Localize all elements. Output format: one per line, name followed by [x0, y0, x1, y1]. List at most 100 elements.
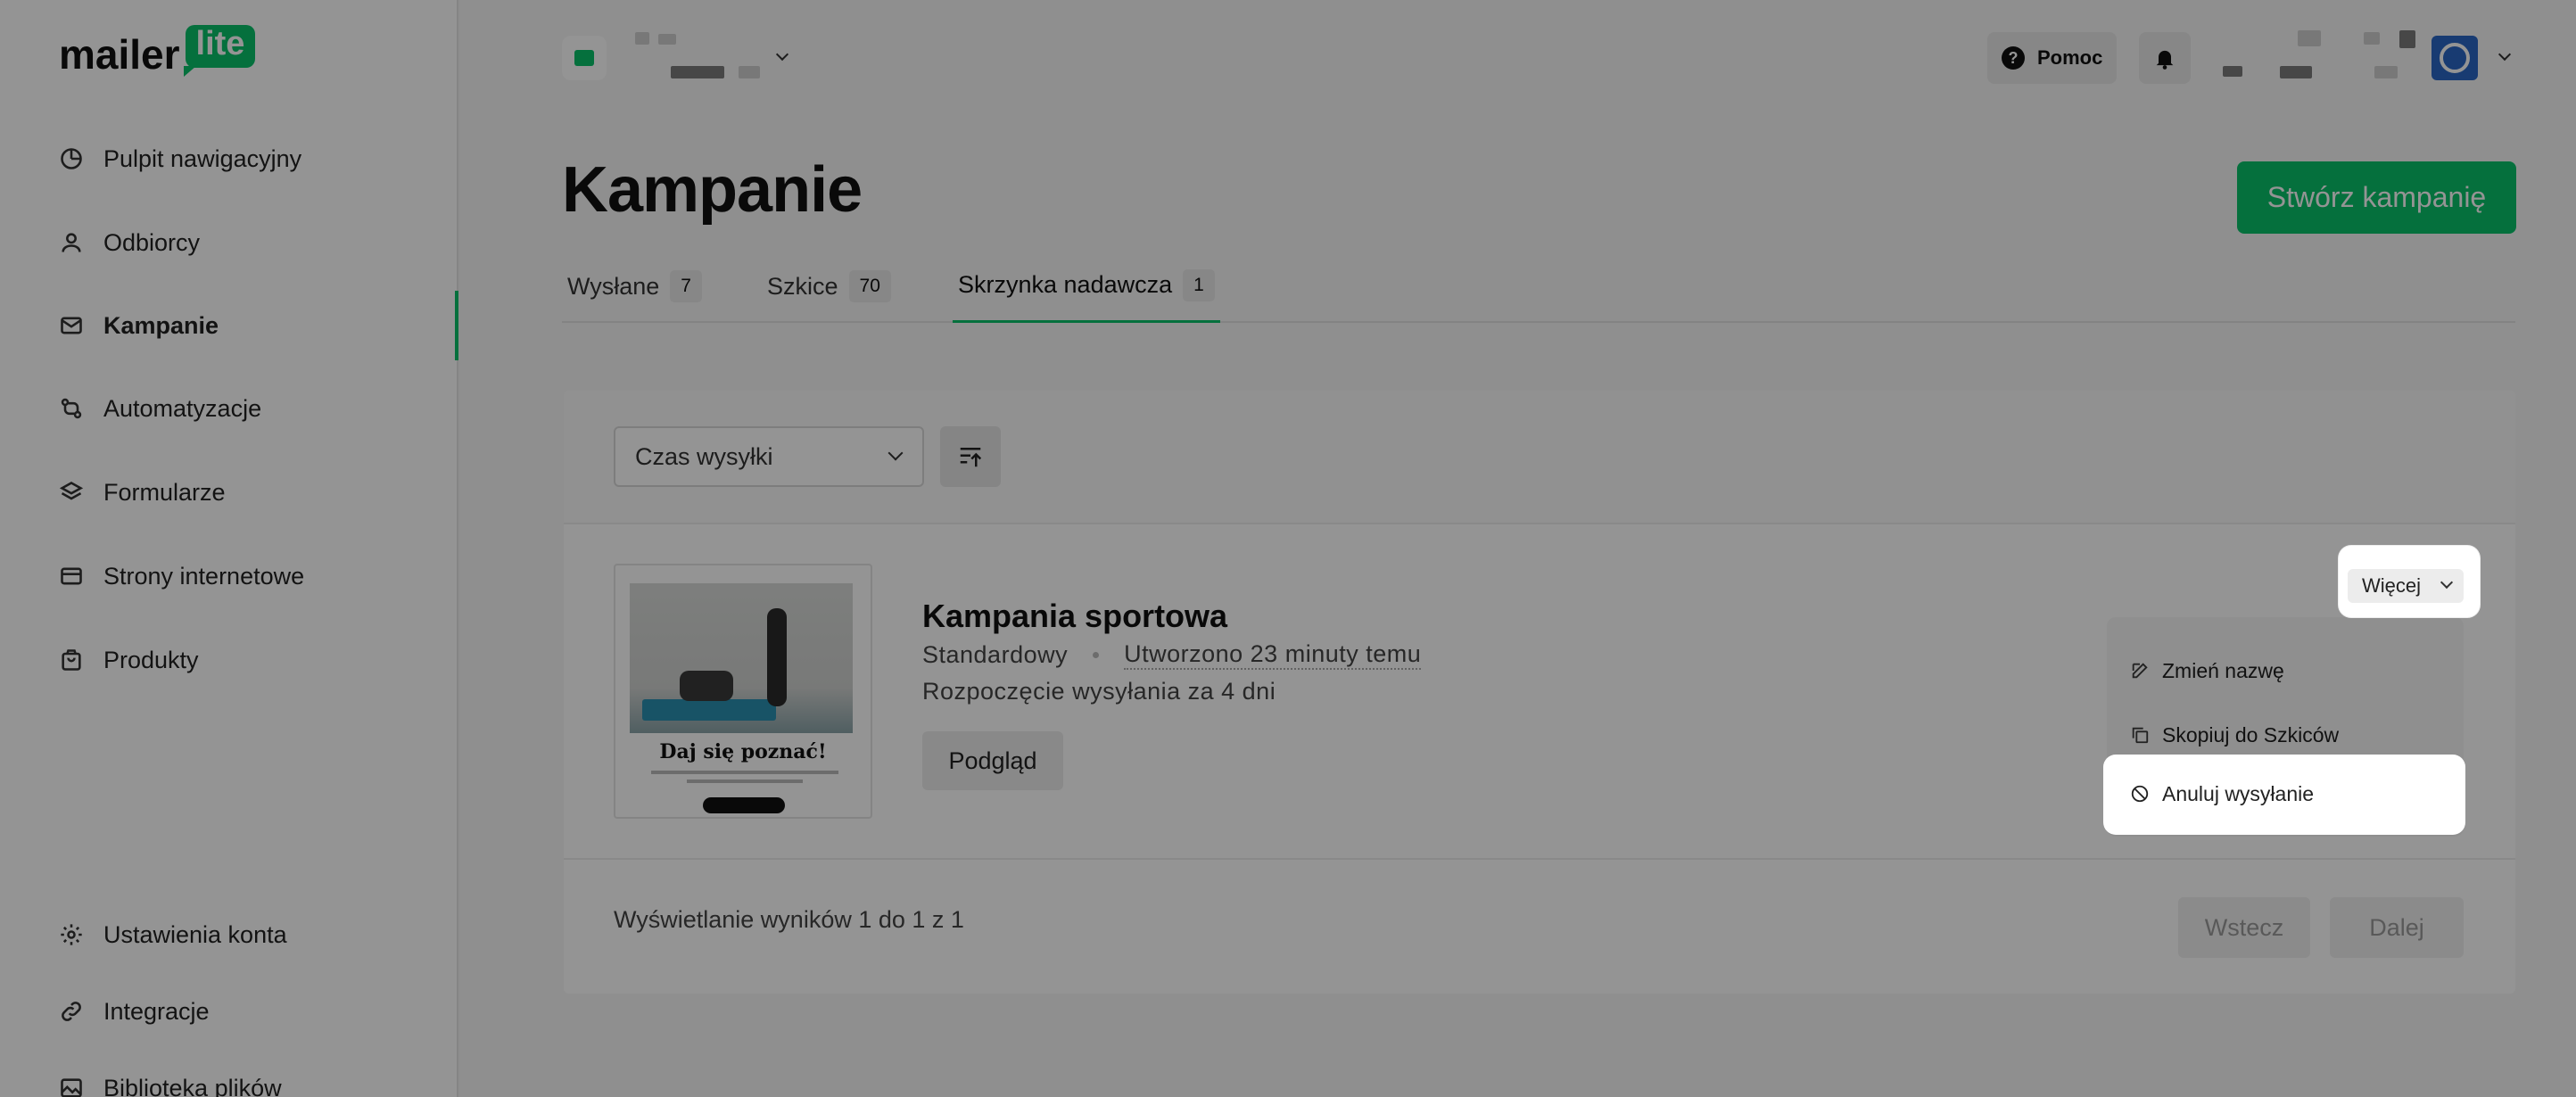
tab-sent[interactable]: Wysłane 7 — [567, 250, 702, 323]
redacted-account-email — [671, 66, 724, 78]
menu-item-label: Skopiuj do Szkiców — [2162, 722, 2340, 746]
sidebar-item-automations[interactable]: Automatyzacje — [59, 391, 261, 426]
filter-bar: Czas wysyłki — [564, 391, 2515, 524]
campaign-tabs: Wysłane 7 Szkice 70 Skrzynka nadawcza 1 — [562, 250, 2515, 323]
chevron-down-icon — [888, 445, 904, 461]
redacted-user-email — [2223, 66, 2242, 77]
sidebar-item-subscribers[interactable]: Odbiorcy — [59, 225, 200, 260]
thumbnail-photo-detail — [767, 608, 787, 706]
tab-drafts[interactable]: Szkice 70 — [767, 250, 891, 323]
menu-item-label: Anuluj wysyłanie — [2162, 781, 2315, 805]
sidebar-item-label: Ustawienia konta — [103, 920, 287, 948]
logo-text: mailer — [59, 31, 180, 78]
mailerlite-logo[interactable]: mailer lite — [59, 25, 256, 78]
sidebar-item-label: Pulpit nawigacyjny — [103, 144, 302, 172]
thumbnail-text-line — [651, 771, 838, 774]
sort-select[interactable]: Czas wysyłki — [614, 426, 924, 487]
redacted-user-name — [2364, 32, 2380, 45]
sidebar-item-dashboard[interactable]: Pulpit nawigacyjny — [59, 141, 301, 177]
thumbnail-photo-detail — [642, 699, 776, 721]
menu-item-label: Zmień nazwę — [2162, 658, 2284, 682]
sidebar-item-label: Odbiorcy — [103, 228, 201, 256]
menu-item-copy-to-drafts[interactable]: Skopiuj do Szkiców — [2130, 717, 2339, 753]
bell-icon — [2156, 50, 2174, 70]
gear-icon — [61, 924, 82, 945]
help-button[interactable]: ? Pomoc — [1987, 32, 2118, 84]
envelope-icon — [61, 317, 82, 334]
sidebar-item-label: Strony internetowe — [103, 562, 305, 590]
campaign-type: Standardowy — [922, 641, 1069, 668]
user-icon — [62, 233, 81, 252]
more-button[interactable]: Więcej — [2348, 569, 2464, 603]
sidebar-item-forms[interactable]: Formularze — [59, 474, 226, 510]
account-flag-icon — [574, 50, 594, 66]
pagination-next-button[interactable]: Dalej — [2330, 897, 2464, 958]
redacted-user-email — [2280, 66, 2312, 78]
page-title: Kampanie — [562, 154, 863, 226]
logo-badge: lite — [183, 25, 256, 77]
sidebar-item-campaigns[interactable]: Kampanie — [59, 308, 219, 343]
sort-icon — [960, 448, 982, 467]
thumbnail-photo-detail — [680, 671, 733, 701]
thumbnail-heading: Daj się poznać! — [659, 740, 827, 763]
link-icon — [62, 1002, 81, 1021]
tab-outbox[interactable]: Skrzynka nadawcza 1 — [953, 250, 1220, 323]
thumbnail-text-line — [687, 779, 803, 783]
image-icon — [61, 1078, 82, 1097]
edit-icon — [2132, 663, 2148, 679]
notifications-button[interactable] — [2139, 32, 2191, 84]
campaign-title[interactable]: Kampania sportowa — [922, 598, 1227, 635]
tab-count: 70 — [848, 270, 891, 302]
redacted-account-name — [635, 32, 649, 45]
create-campaign-button[interactable]: Stwórz kampanię — [2237, 161, 2516, 234]
tab-label: Wysłane — [567, 272, 660, 300]
sort-select-value: Czas wysyłki — [635, 442, 773, 470]
user-avatar[interactable] — [2432, 36, 2478, 80]
menu-item-cancel-sending[interactable]: Anuluj wysyłanie — [2130, 776, 2314, 812]
active-indicator — [455, 291, 458, 360]
chevron-down-icon — [2440, 575, 2454, 590]
tab-label: Szkice — [767, 272, 838, 300]
more-button-highlight: Więcej — [2339, 546, 2480, 617]
layers-icon — [59, 482, 84, 500]
redacted-account-name — [658, 34, 676, 45]
pagination-summary: Wyświetlanie wyników 1 do 1 z 1 — [614, 906, 964, 933]
separator-dot — [1093, 652, 1100, 658]
sidebar-item-products[interactable]: Produkty — [59, 642, 199, 678]
account-switcher-logo[interactable] — [562, 36, 607, 80]
sidebar-item-label: Formularze — [103, 478, 226, 506]
thumbnail-cta — [703, 797, 785, 813]
campaign-schedule: Rozpoczęcie wysyłania za 4 dni — [922, 678, 1276, 705]
campaign-created: Utworzono 23 minuty temu — [1124, 640, 1422, 670]
help-label: Pomoc — [2037, 46, 2103, 69]
sidebar-item-label: Kampanie — [103, 311, 219, 339]
campaign-meta: Standardowy Utworzono 23 minuty temu — [922, 640, 1422, 670]
redacted-user-name — [2399, 30, 2415, 48]
sidebar-item-label: Integracje — [103, 997, 210, 1025]
question-icon: ? — [2002, 46, 2025, 70]
sidebar-item-file-library[interactable]: Biblioteka plików — [59, 1070, 282, 1097]
redacted-user-email — [2374, 66, 2398, 78]
sort-order-button[interactable] — [940, 426, 1001, 487]
sidebar: mailer lite Pulpit nawigacyjny Odbiorcy … — [0, 0, 458, 1097]
dashboard-icon — [61, 148, 82, 169]
sidebar-item-websites[interactable]: Strony internetowe — [59, 558, 304, 594]
preview-button[interactable]: Podgląd — [922, 731, 1063, 790]
menu-item-rename[interactable]: Zmień nazwę — [2130, 653, 2284, 689]
pagination-back-button[interactable]: Wstecz — [2178, 897, 2310, 958]
sidebar-item-label: Produkty — [103, 646, 199, 673]
redacted-user-name — [2298, 30, 2321, 46]
ban-icon — [2131, 785, 2149, 803]
copy-icon — [2132, 727, 2149, 744]
sidebar-item-label: Automatyzacje — [103, 394, 262, 422]
tab-count: 7 — [670, 270, 702, 302]
browser-icon — [61, 567, 82, 585]
sidebar-item-label: Biblioteka plików — [103, 1074, 282, 1097]
menu-item-cancel-highlight: Anuluj wysyłanie — [2103, 755, 2465, 835]
sidebar-item-integrations[interactable]: Integracje — [59, 994, 210, 1029]
sidebar-item-account-settings[interactable]: Ustawienia konta — [59, 917, 287, 953]
tab-label: Skrzynka nadawcza — [958, 271, 1173, 298]
more-button-label: Więcej — [2362, 574, 2422, 597]
redacted-account-email — [739, 66, 760, 78]
campaign-thumbnail[interactable]: Daj się poznać! — [614, 564, 872, 819]
